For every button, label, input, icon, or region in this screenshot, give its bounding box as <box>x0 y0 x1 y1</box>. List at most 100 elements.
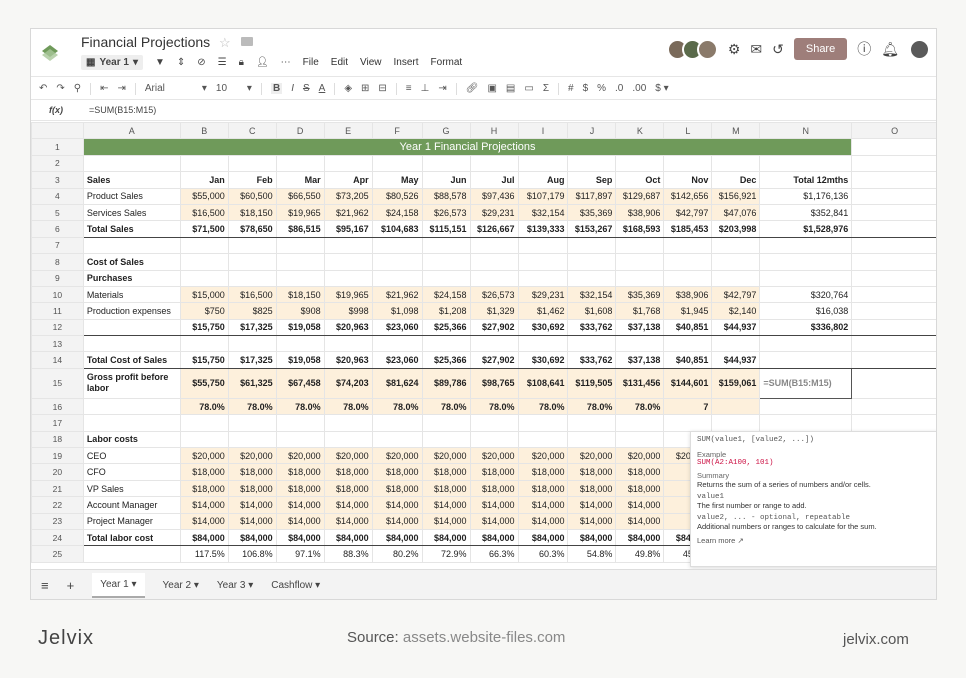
cell[interactable] <box>421 154 471 173</box>
cell[interactable]: $18,000 <box>275 463 325 481</box>
cell[interactable]: $142,656 <box>663 187 713 205</box>
cell[interactable]: Account Manager <box>82 496 181 514</box>
cell[interactable]: $18,000 <box>179 463 229 481</box>
cell[interactable] <box>179 335 229 353</box>
tab-year-2[interactable]: Year 2 ▾ <box>163 580 199 591</box>
cell[interactable]: $19,058 <box>275 351 325 369</box>
cell[interactable] <box>421 414 471 432</box>
document-title[interactable]: Financial Projections <box>81 34 210 50</box>
cell[interactable]: $20,000 <box>179 447 229 465</box>
cell[interactable]: $14,000 <box>567 496 617 514</box>
tab-cashflow[interactable]: Cashflow ▾ <box>271 580 320 591</box>
cell[interactable] <box>567 269 617 287</box>
row-header[interactable]: 14 <box>31 351 84 369</box>
row-header[interactable]: 12 <box>31 318 84 337</box>
column-header[interactable]: N <box>759 122 853 140</box>
cell[interactable]: $14,000 <box>615 496 665 514</box>
column-header[interactable]: K <box>615 122 665 140</box>
cell[interactable] <box>323 253 373 271</box>
cell[interactable]: $18,000 <box>371 479 423 498</box>
cell[interactable] <box>711 154 761 173</box>
row-header[interactable]: 19 <box>31 447 84 465</box>
cell[interactable] <box>82 318 181 337</box>
cell[interactable]: Sep <box>567 171 617 189</box>
cell[interactable]: $14,000 <box>567 512 617 530</box>
cell[interactable]: $104,683 <box>371 220 423 238</box>
menu-view[interactable]: View <box>360 57 382 68</box>
cell[interactable]: $25,366 <box>421 318 471 337</box>
cell[interactable]: $14,000 <box>371 496 423 514</box>
cell[interactable]: VP Sales <box>82 479 181 498</box>
cell[interactable]: $18,000 <box>323 463 373 481</box>
cell[interactable]: $18,000 <box>517 463 569 481</box>
cell[interactable]: Purchases <box>82 269 181 287</box>
cell[interactable]: $156,921 <box>711 187 761 205</box>
comment-add-icon[interactable]: ▣ <box>487 83 496 94</box>
cell[interactable]: 78.0% <box>615 397 665 416</box>
cell[interactable] <box>323 154 373 173</box>
cell[interactable]: $825 <box>227 302 277 320</box>
cell[interactable] <box>567 430 617 449</box>
cell[interactable] <box>179 236 229 255</box>
link-icon[interactable]: 🔗︎ <box>466 83 479 94</box>
column-header[interactable]: J <box>567 122 617 140</box>
cell[interactable]: Materials <box>82 285 181 304</box>
cell[interactable]: $33,762 <box>567 318 617 337</box>
cell[interactable]: $115,151 <box>421 220 471 238</box>
collaborator-avatars[interactable] <box>666 38 718 60</box>
comment-icon[interactable]: ✉ <box>750 41 762 58</box>
column-header[interactable]: F <box>371 122 423 140</box>
cell[interactable]: $139,333 <box>517 220 569 238</box>
fill-color-icon[interactable]: ◈ <box>344 83 352 94</box>
column-header[interactable]: M <box>711 122 761 140</box>
cell[interactable]: $14,000 <box>179 496 229 514</box>
cell[interactable]: $55,750 <box>179 367 229 399</box>
cell[interactable]: $14,000 <box>469 512 519 530</box>
cell[interactable]: $14,000 <box>275 512 325 530</box>
cell[interactable]: $20,000 <box>517 447 569 465</box>
cell[interactable]: Product Sales <box>82 187 181 205</box>
chart-icon[interactable]: ▤ <box>506 83 515 94</box>
cell[interactable]: $126,667 <box>469 220 519 238</box>
cell[interactable]: $15,000 <box>179 285 229 304</box>
cell[interactable]: $84,000 <box>615 528 665 547</box>
cell[interactable]: $29,231 <box>469 203 519 222</box>
cell[interactable]: $84,000 <box>179 528 229 547</box>
column-header[interactable]: L <box>663 122 713 140</box>
cell[interactable] <box>421 269 471 287</box>
cell[interactable]: $1,608 <box>567 302 617 320</box>
column-header[interactable]: O <box>851 122 936 140</box>
cell[interactable]: 66.3% <box>469 545 519 563</box>
list-icon[interactable]: ☰ <box>218 57 227 68</box>
cell[interactable]: $37,138 <box>615 318 665 337</box>
cell[interactable] <box>759 236 853 255</box>
cell[interactable] <box>759 414 853 432</box>
cell[interactable]: $84,000 <box>371 528 423 547</box>
cell[interactable]: $18,150 <box>227 203 277 222</box>
cell[interactable]: $30,692 <box>517 318 569 337</box>
cell[interactable] <box>851 335 936 353</box>
row-header[interactable]: 13 <box>31 335 84 353</box>
cell[interactable] <box>323 335 373 353</box>
cell[interactable] <box>469 236 519 255</box>
cell[interactable] <box>371 154 423 173</box>
italic-icon[interactable]: I <box>291 83 294 94</box>
cell[interactable]: $26,573 <box>469 285 519 304</box>
undo-icon[interactable]: ↶ <box>39 83 47 94</box>
cell[interactable] <box>469 253 519 271</box>
currency-icon[interactable]: $ <box>583 83 589 94</box>
cell[interactable]: $14,000 <box>179 512 229 530</box>
cell[interactable] <box>275 269 325 287</box>
cell[interactable]: $18,000 <box>567 479 617 498</box>
row-header[interactable]: 2 <box>31 154 84 173</box>
wrap-icon[interactable]: ⇥ <box>438 83 446 94</box>
cell[interactable]: $1,208 <box>421 302 471 320</box>
cell[interactable]: $18,000 <box>227 479 277 498</box>
cell[interactable] <box>469 414 519 432</box>
cell[interactable]: $20,000 <box>615 447 665 465</box>
cell[interactable]: $131,456 <box>615 367 665 399</box>
cell[interactable]: Services Sales <box>82 203 181 222</box>
cell[interactable]: 97.1% <box>275 545 325 563</box>
cell[interactable]: Dec <box>711 171 761 189</box>
cell[interactable]: $750 <box>179 302 229 320</box>
